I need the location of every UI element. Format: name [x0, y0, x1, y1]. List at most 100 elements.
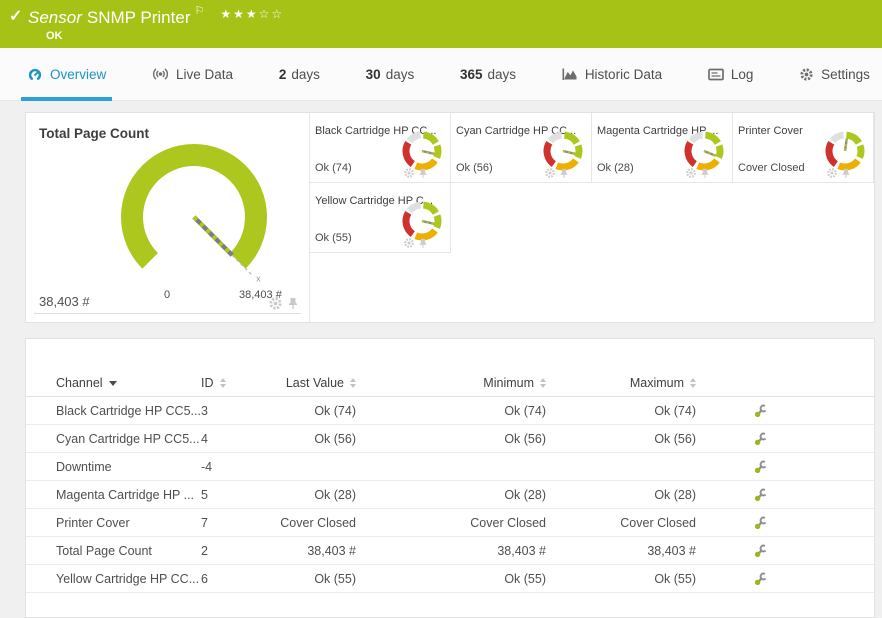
tab-overview[interactable]: Overview [25, 48, 108, 100]
table-row[interactable]: Magenta Cartridge HP ...5Ok (28)Ok (28)O… [26, 481, 874, 509]
pin-icon[interactable] [559, 168, 569, 179]
channel-maximum: 38,403 # [576, 537, 726, 565]
flag-icon[interactable]: ⚐ [194, 5, 204, 17]
table-row[interactable]: Yellow Cartridge HP CC...6Ok (55)Ok (55)… [26, 565, 874, 593]
wrench-icon[interactable] [754, 459, 874, 474]
table-row[interactable]: Total Page Count238,403 #38,403 #38,403 … [26, 537, 874, 565]
column-label: Last Value [286, 376, 344, 390]
main-gauge-value: 38,403 # [39, 294, 90, 309]
channel-name: Printer Cover [26, 509, 201, 537]
gauge-scale-min: 0 [164, 289, 170, 301]
tab-live-data[interactable]: Live Data [150, 48, 235, 100]
mini-gauge-value: Ok (55) [315, 232, 352, 244]
tab-number: 2 [279, 67, 287, 82]
wrench-icon[interactable] [754, 487, 874, 502]
channel-name: Downtime [26, 453, 201, 481]
star-icon[interactable]: ★ [233, 7, 246, 21]
channel-name: Cyan Cartridge HP CC5... [26, 425, 201, 453]
wrench-icon[interactable] [754, 431, 874, 446]
column-header-maximum[interactable]: Maximum [576, 369, 726, 397]
live-icon [152, 67, 169, 81]
mini-gauge-cell[interactable]: Cyan Cartridge HP CC...Ok (56) [451, 113, 592, 183]
tab-label: days [386, 67, 415, 82]
mini-gauge-cell[interactable]: Yellow Cartridge HP C...Ok (55) [310, 183, 451, 253]
channel-id: 4 [201, 425, 266, 453]
tab-log[interactable]: Log [706, 48, 756, 100]
status-ok-icon: ✓ [9, 6, 22, 26]
channel-last-value: Ok (28) [266, 481, 386, 509]
tab-number: 365 [460, 67, 483, 82]
channel-id: 5 [201, 481, 266, 509]
wrench-icon[interactable] [754, 543, 874, 558]
sensor-title: SensorSNMP Printer⚐★★★☆☆ [28, 4, 284, 28]
tab-bar: OverviewLive Data2days30days365daysHisto… [0, 48, 882, 101]
mini-gauge-cell[interactable]: Magenta Cartridge HP ...Ok (28) [592, 113, 733, 183]
pin-icon[interactable] [418, 238, 428, 249]
channel-id: 7 [201, 509, 266, 537]
total-page-count-gauge: x [66, 125, 322, 316]
column-header-channel[interactable]: Channel [26, 369, 201, 397]
tab-365-days[interactable]: 365 days [458, 48, 518, 100]
sensor-name: SNMP Printer [87, 8, 191, 27]
column-label: Maximum [630, 376, 684, 390]
channel-name: Magenta Cartridge HP ... [26, 481, 201, 509]
column-header-last-value[interactable]: Last Value [266, 369, 386, 397]
mini-gauge-cell[interactable]: Black Cartridge HP CC...Ok (74) [310, 113, 451, 183]
column-label: Minimum [483, 376, 534, 390]
channel-id: 3 [201, 397, 266, 425]
column-header-minimum[interactable]: Minimum [386, 369, 576, 397]
pin-icon[interactable] [841, 168, 851, 179]
table-row[interactable]: Cyan Cartridge HP CC5...4Ok (56)Ok (56)O… [26, 425, 874, 453]
tab-label: Overview [50, 67, 106, 82]
table-row[interactable]: Black Cartridge HP CC5...3Ok (74)Ok (74)… [26, 397, 874, 425]
tab-2-days[interactable]: 2days [277, 48, 322, 100]
tab-settings[interactable]: Settings [797, 48, 872, 100]
star-icon[interactable]: ☆ [259, 7, 272, 21]
channel-id: -4 [201, 453, 266, 481]
channel-maximum [576, 453, 726, 481]
star-icon[interactable]: ★ [220, 7, 233, 21]
needle-tip-marker: x [256, 273, 261, 283]
star-icon[interactable]: ☆ [271, 7, 284, 21]
wrench-icon[interactable] [754, 515, 874, 530]
mini-gauge-value: Cover Closed [738, 162, 805, 174]
tab-historic-data[interactable]: Historic Data [560, 48, 664, 100]
pin-icon[interactable] [418, 168, 428, 179]
main-gauge-cell: Total Page Count x 0 38,403 # 38,403 # [26, 113, 310, 322]
mini-gauge-cell[interactable]: Printer CoverCover Closed [733, 113, 874, 183]
tab-label: days [488, 67, 517, 82]
channel-minimum: Ok (28) [386, 481, 576, 509]
sort-icon [690, 378, 696, 388]
mini-gauges-grid: Black Cartridge HP CC...Ok (74)Cyan Cart… [310, 113, 874, 322]
log-icon [708, 68, 724, 81]
channel-minimum: Ok (74) [386, 397, 576, 425]
channel-minimum: 38,403 # [386, 537, 576, 565]
pin-icon[interactable] [700, 168, 710, 179]
gear-icon[interactable] [685, 167, 697, 179]
pin-icon[interactable] [287, 297, 299, 310]
gear-icon[interactable] [403, 237, 415, 249]
table-row[interactable]: Downtime-4 [26, 453, 874, 481]
column-header-id[interactable]: ID [201, 369, 266, 397]
channel-name: Yellow Cartridge HP CC... [26, 565, 201, 593]
divider [34, 313, 301, 314]
column-label: Channel [56, 376, 103, 390]
channel-maximum: Cover Closed [576, 509, 726, 537]
channel-minimum: Ok (56) [386, 425, 576, 453]
priority-stars[interactable]: ★★★☆☆ [220, 7, 284, 21]
table-row[interactable]: Printer Cover7Cover ClosedCover ClosedCo… [26, 509, 874, 537]
gear-icon[interactable] [544, 167, 556, 179]
tab-30-days[interactable]: 30days [364, 48, 417, 100]
wrench-icon[interactable] [754, 571, 874, 586]
gear-icon[interactable] [268, 296, 283, 311]
wrench-icon[interactable] [754, 403, 874, 418]
column-label: ID [201, 376, 214, 390]
empty-cell [451, 183, 592, 253]
channel-minimum: Ok (55) [386, 565, 576, 593]
gear-icon[interactable] [826, 167, 838, 179]
gear-icon[interactable] [403, 167, 415, 179]
historic-icon [562, 67, 578, 81]
mini-gauge-value: Ok (56) [456, 162, 493, 174]
sort-desc-icon [109, 381, 117, 386]
star-icon[interactable]: ★ [246, 7, 259, 21]
